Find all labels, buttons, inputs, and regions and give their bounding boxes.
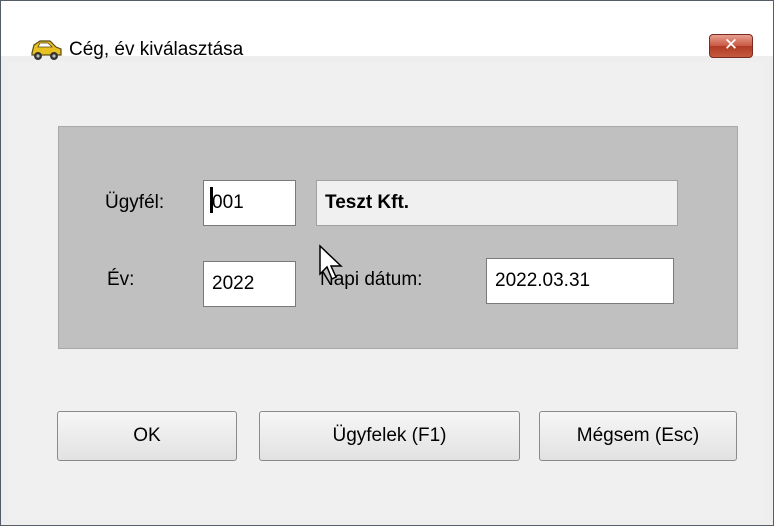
close-button[interactable]: ✕ — [709, 34, 753, 58]
client-name-field: Teszt Kft. — [316, 180, 678, 226]
date-input[interactable]: 2022.03.31 — [486, 258, 674, 304]
cancel-button[interactable]: Mégsem (Esc) — [539, 411, 737, 461]
year-input[interactable]: 2022 — [203, 261, 296, 307]
text-caret — [210, 187, 213, 213]
window-title: Cég, év kiválasztása — [69, 39, 244, 60]
client-label: Ügyfél: — [105, 192, 165, 213]
selection-panel — [58, 126, 738, 349]
clients-button[interactable]: Ügyfelek (F1) — [259, 411, 520, 461]
year-label: Év: — [107, 269, 135, 290]
close-icon: ✕ — [723, 35, 739, 55]
title-bar: Cég, év kiválasztása — [1, 1, 773, 60]
client-code-input[interactable]: 001 — [203, 180, 296, 226]
mouse-pointer-icon — [318, 244, 344, 284]
car-icon — [28, 35, 64, 63]
ok-button[interactable]: OK — [57, 411, 237, 461]
